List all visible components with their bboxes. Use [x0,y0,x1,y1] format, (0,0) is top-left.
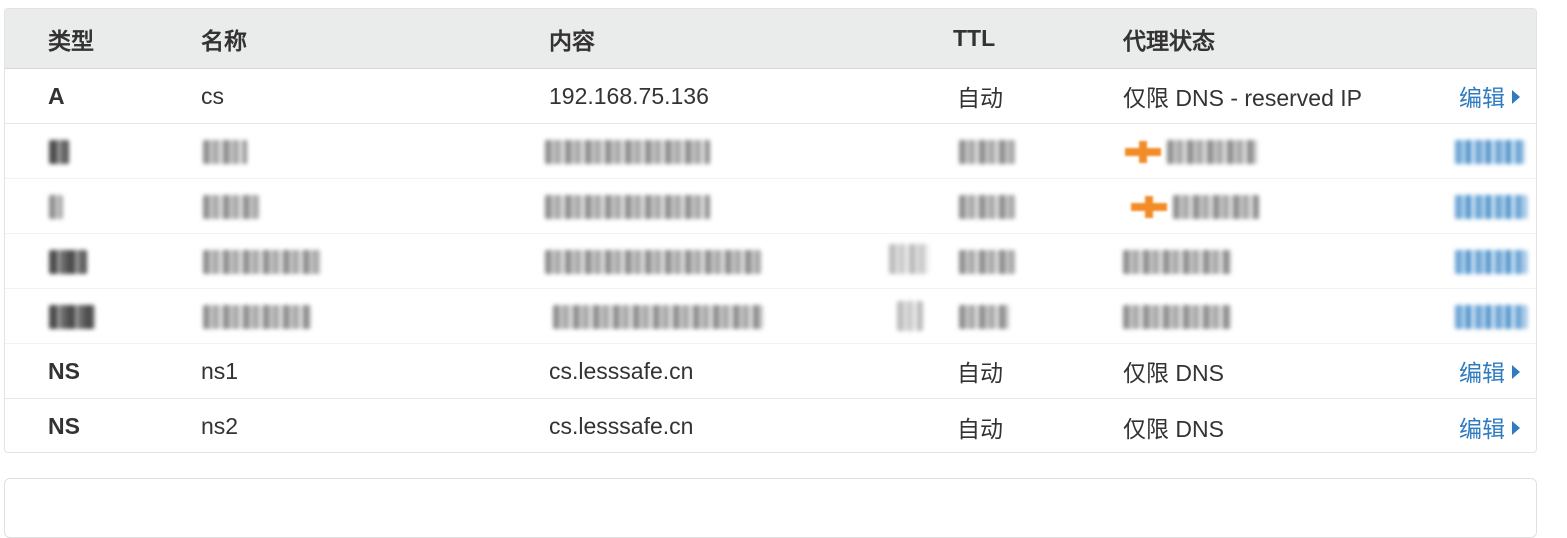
table-row[interactable]: NS ns1 cs.lesssafe.cn 自动 仅限 DNS 编辑 [5,344,1536,399]
redacted-artifact [897,301,923,331]
orange-cloud-icon [1125,141,1161,163]
record-content: 192.168.75.136 [549,82,709,109]
table-row-redacted[interactable] [5,124,1536,179]
redacted-ttl [959,195,1015,219]
redacted-content [545,250,761,274]
redacted-type [49,140,69,164]
edit-button[interactable]: 编辑 [1459,344,1520,398]
edit-label: 编辑 [1459,415,1505,442]
edit-button[interactable]: 编辑 [1459,399,1520,452]
redacted-ttl [959,140,1015,164]
edit-label: 编辑 [1459,360,1505,386]
redacted-name [203,305,311,329]
redacted-ttl [959,305,1009,329]
redacted-content [545,140,710,164]
redacted-edit[interactable] [1455,140,1525,164]
edit-button[interactable]: 编辑 [1459,69,1520,123]
redacted-name [203,140,247,164]
record-proxy-status: 仅限 DNS - reserved IP [1123,85,1362,111]
caret-right-icon [1512,90,1520,104]
record-proxy-status: 仅限 DNS [1123,415,1224,442]
next-panel [4,478,1537,538]
redacted-type [49,195,63,219]
redacted-edit[interactable] [1455,195,1527,219]
dns-records-table: 类型 名称 内容 TTL 代理状态 A cs 192.168.75.136 自动… [4,8,1537,453]
caret-right-icon [1512,420,1520,435]
redacted-name [203,195,259,219]
header-type[interactable]: 类型 [48,9,94,68]
record-content: cs.lesssafe.cn [549,413,694,439]
redacted-proxy [1167,140,1257,164]
record-proxy-status: 仅限 DNS [1123,360,1224,386]
redacted-ttl [959,250,1015,274]
table-row[interactable]: A cs 192.168.75.136 自动 仅限 DNS - reserved… [5,69,1536,124]
redacted-content [553,305,763,329]
record-type: NS [48,357,80,384]
redacted-edit[interactable] [1455,305,1527,329]
record-name: ns2 [201,413,239,439]
edit-label: 编辑 [1459,85,1505,111]
redacted-artifact [889,244,929,274]
record-type: NS [48,413,80,439]
header-proxy-status[interactable]: 代理状态 [1123,9,1215,68]
caret-right-icon [1512,365,1520,379]
redacted-proxy [1123,250,1231,274]
redacted-content [545,195,710,219]
table-row-redacted[interactable] [5,289,1536,344]
header-name[interactable]: 名称 [201,9,247,68]
table-row[interactable]: NS ns2 cs.lesssafe.cn 自动 仅限 DNS 编辑 [5,399,1536,452]
orange-cloud-icon [1131,196,1167,218]
redacted-proxy [1123,305,1231,329]
table-row-redacted[interactable] [5,234,1536,289]
record-name: cs [201,82,224,109]
record-ttl: 自动 [957,360,1003,386]
table-header: 类型 名称 内容 TTL 代理状态 [5,9,1536,69]
table-row-redacted[interactable] [5,179,1536,234]
redacted-name [203,250,321,274]
redacted-type [49,305,95,329]
header-ttl[interactable]: TTL [953,9,995,68]
redacted-type [49,250,87,274]
record-ttl: 自动 [957,415,1003,442]
record-name: ns1 [201,357,239,384]
record-ttl: 自动 [957,85,1003,111]
header-content[interactable]: 内容 [549,9,595,68]
record-content: cs.lesssafe.cn [549,357,694,384]
redacted-edit[interactable] [1455,250,1527,274]
record-type: A [48,82,65,109]
redacted-proxy [1173,195,1259,219]
